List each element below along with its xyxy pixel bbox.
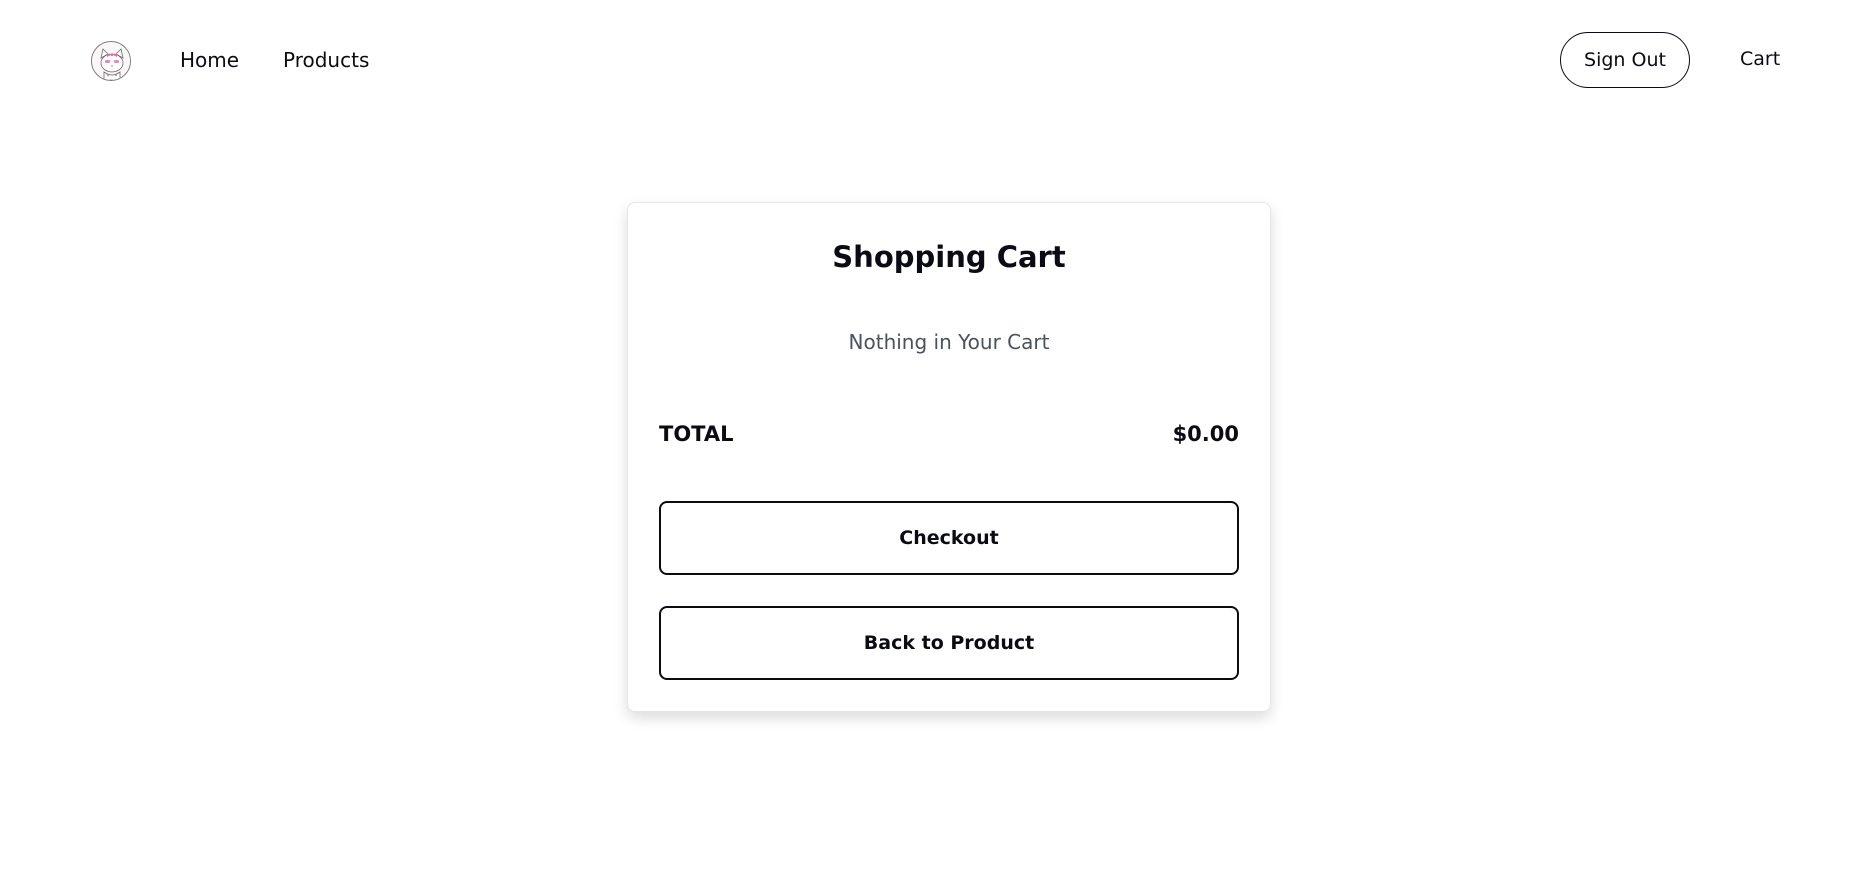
top-navbar: Home Products Sign Out Cart	[0, 0, 1876, 120]
nav-home-link[interactable]: Home	[180, 48, 239, 72]
total-row: TOTAL $0.00	[659, 421, 1239, 447]
checkout-button[interactable]: Checkout	[659, 501, 1239, 575]
sign-out-button[interactable]: Sign Out	[1560, 32, 1690, 88]
cat-avatar-icon	[93, 43, 130, 80]
total-value: $0.00	[1172, 422, 1239, 446]
back-to-product-button[interactable]: Back to Product	[659, 606, 1239, 680]
empty-cart-message: Nothing in Your Cart	[848, 330, 1050, 354]
shopping-cart-card: Shopping Cart Nothing in Your Cart TOTAL…	[627, 202, 1271, 712]
total-label: TOTAL	[659, 422, 734, 446]
nav-products-link[interactable]: Products	[283, 48, 369, 72]
site-logo[interactable]	[91, 41, 131, 81]
nav-cart-link[interactable]: Cart	[1740, 47, 1780, 71]
cart-title: Shopping Cart	[832, 240, 1066, 274]
